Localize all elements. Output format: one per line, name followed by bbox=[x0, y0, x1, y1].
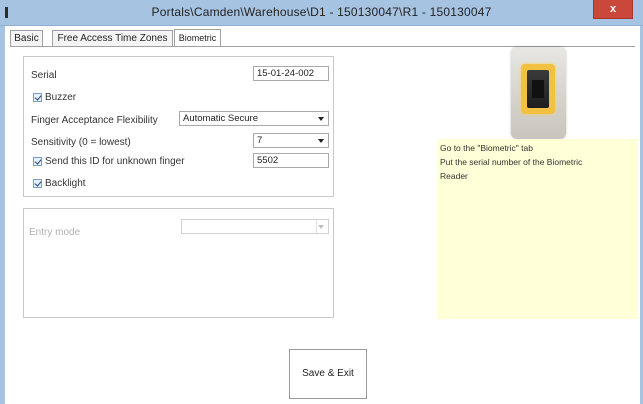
note-line: Reader bbox=[440, 171, 468, 181]
sensitivity-select[interactable]: 7 bbox=[253, 133, 329, 148]
check-icon bbox=[34, 157, 42, 165]
chevron-down-icon bbox=[318, 225, 324, 229]
finger-flexibility-label: Finger Acceptance Flexibility bbox=[31, 115, 158, 126]
fingerprint-sensor bbox=[527, 70, 549, 108]
note-line: Put the serial number of the Biometric bbox=[440, 157, 583, 167]
send-id-label: Send this ID for unknown finger bbox=[45, 156, 185, 167]
finger-flexibility-value: Automatic Secure bbox=[183, 113, 258, 124]
save-exit-button[interactable]: Save & Exit bbox=[289, 349, 367, 399]
close-button[interactable]: x bbox=[593, 0, 633, 19]
entry-mode-group: Entry mode bbox=[23, 208, 334, 318]
note-line: Go to the "Biometric" tab bbox=[440, 143, 533, 153]
serial-input[interactable]: 15-01-24-002 bbox=[253, 66, 329, 81]
sensor-window bbox=[532, 80, 544, 98]
buzzer-label: Buzzer bbox=[45, 92, 77, 103]
sensitivity-value: 7 bbox=[257, 135, 263, 146]
window-left-border bbox=[0, 26, 5, 404]
chevron-down-icon bbox=[318, 117, 324, 121]
biometric-reader-image bbox=[511, 47, 566, 139]
title-bar[interactable]: Portals\Camden\Warehouse\D1 - 150130047\… bbox=[0, 0, 643, 26]
backlight-label: Backlight bbox=[45, 178, 86, 189]
serial-label: Serial bbox=[31, 70, 57, 81]
buzzer-checkbox[interactable] bbox=[33, 93, 42, 102]
check-icon bbox=[34, 179, 42, 187]
entry-mode-select[interactable] bbox=[181, 219, 329, 234]
send-id-input[interactable]: 5502 bbox=[253, 153, 329, 168]
send-id-checkbox[interactable] bbox=[33, 157, 42, 166]
biometric-settings-group: Serial 15-01-24-002 Buzzer Finger Accept… bbox=[23, 56, 334, 197]
fingerprint-reader-ring bbox=[521, 64, 555, 114]
chevron-down-icon bbox=[318, 139, 324, 143]
window-title: Portals\Camden\Warehouse\D1 - 150130047\… bbox=[151, 5, 492, 19]
finger-flexibility-select[interactable]: Automatic Secure bbox=[179, 111, 329, 126]
sensitivity-label: Sensitivity (0 = lowest) bbox=[31, 137, 131, 148]
close-icon: x bbox=[609, 3, 617, 15]
instruction-note: Go to the "Biometric" tab Put the serial… bbox=[437, 139, 638, 319]
entry-mode-label: Entry mode bbox=[29, 227, 81, 238]
dialog-window: Portals\Camden\Warehouse\D1 - 150130047\… bbox=[0, 0, 643, 404]
tab-biometric[interactable]: Biometric bbox=[174, 29, 221, 46]
check-icon bbox=[34, 93, 42, 101]
tab-basic[interactable]: Basic bbox=[10, 30, 43, 46]
backlight-checkbox[interactable] bbox=[33, 179, 42, 188]
tab-free-access-time-zones[interactable]: Free Access Time Zones bbox=[52, 30, 173, 46]
